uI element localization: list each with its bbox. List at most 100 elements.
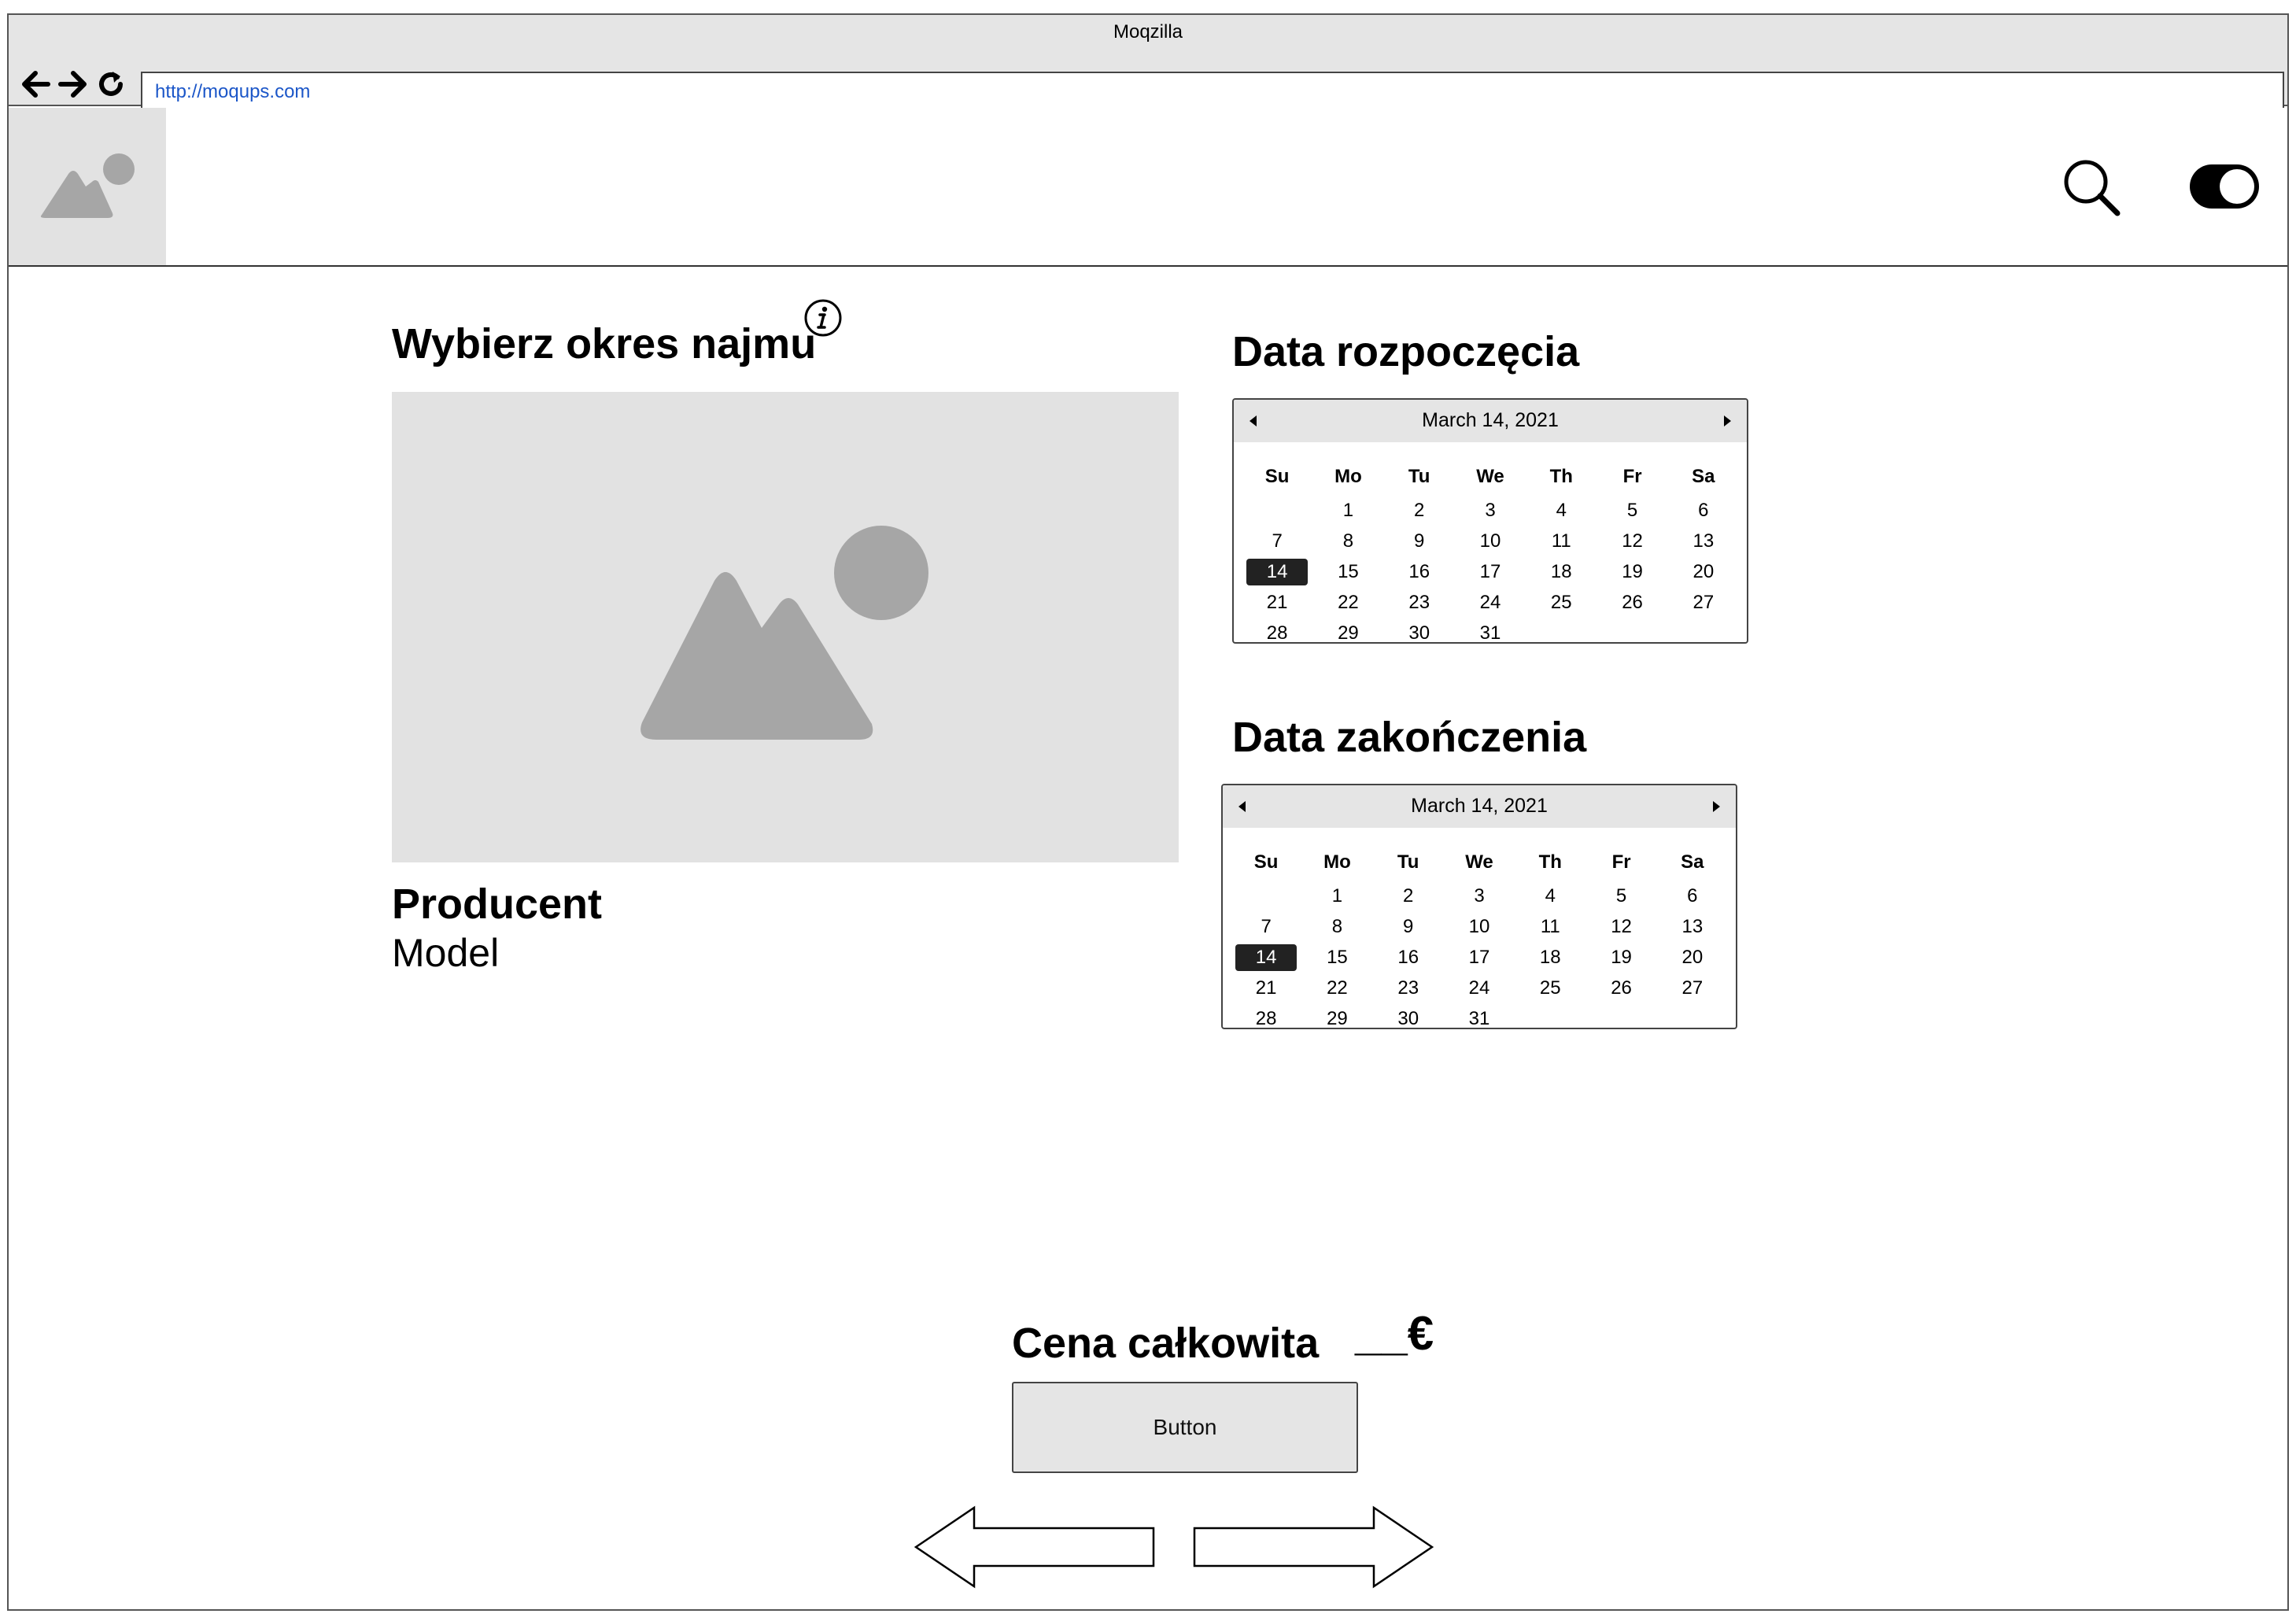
calendar-weekday: Sa <box>1681 851 1704 873</box>
calendar-header: March 14, 2021 <box>1234 400 1747 442</box>
calendar-day[interactable]: 27 <box>1668 587 1739 618</box>
calendar-day[interactable]: 13 <box>1668 526 1739 556</box>
calendar-day[interactable]: 30 <box>1373 1003 1444 1029</box>
calendar-day[interactable]: 10 <box>1455 526 1526 556</box>
calendar-day[interactable]: 10 <box>1444 911 1515 942</box>
calendar-day[interactable]: 6 <box>1657 881 1728 911</box>
image-placeholder-icon <box>40 153 135 218</box>
calendar-day[interactable]: 23 <box>1384 587 1455 618</box>
product-image <box>392 392 1179 862</box>
calendar-day[interactable]: 29 <box>1301 1003 1372 1028</box>
calendar-day-number: 15 <box>1327 946 1348 968</box>
calendar-day-number: 24 <box>1468 977 1490 999</box>
calendar-day[interactable]: 25 <box>1515 973 1585 1003</box>
calendar-day-number: 7 <box>1261 915 1272 937</box>
calendar-day[interactable]: 6 <box>1668 495 1739 526</box>
calendar-day[interactable]: 17 <box>1455 556 1526 587</box>
calendar-day[interactable]: 18 <box>1515 942 1585 973</box>
arrow-right-icon[interactable] <box>1191 1505 1435 1590</box>
calendar-day[interactable]: 3 <box>1444 881 1515 911</box>
calendar-day[interactable]: 21 <box>1242 587 1312 618</box>
calendar-day-number: 21 <box>1255 977 1277 999</box>
calendar-day[interactable]: 28 <box>1242 618 1312 644</box>
calendar-day[interactable]: 13 <box>1657 911 1728 942</box>
calendar-day[interactable]: 22 <box>1301 973 1372 1003</box>
calendar-day[interactable]: 21 <box>1231 973 1301 1003</box>
calendar-day[interactable]: 9 <box>1384 526 1455 556</box>
calendar-day[interactable]: 26 <box>1596 587 1667 618</box>
product-producer: Producent <box>392 881 603 928</box>
calendar-day[interactable]: 19 <box>1585 942 1656 973</box>
calendar-day-number: 23 <box>1397 977 1419 999</box>
calendar-day[interactable]: 8 <box>1301 911 1372 942</box>
calendar-day-number: 17 <box>1468 946 1490 968</box>
search-icon[interactable] <box>2061 157 2124 220</box>
calendar-day[interactable]: 1 <box>1301 881 1372 911</box>
calendar-day[interactable]: 7 <box>1231 911 1301 942</box>
info-icon[interactable] <box>803 297 843 338</box>
calendar-day-number: 14 <box>1235 943 1297 971</box>
calendar-day-number: 13 <box>1681 915 1704 937</box>
calendar-day[interactable]: 4 <box>1526 495 1596 526</box>
calendar-day[interactable]: 4 <box>1515 881 1585 911</box>
forward-arrow-icon[interactable] <box>56 67 90 102</box>
calendar-day[interactable]: 30 <box>1384 618 1455 643</box>
calendar-day[interactable]: 2 <box>1373 881 1444 911</box>
calendar-day[interactable]: 5 <box>1585 881 1656 911</box>
calendar-day[interactable]: 11 <box>1515 911 1585 942</box>
logo[interactable] <box>9 108 166 265</box>
calendar-day[interactable]: 9 <box>1373 911 1444 942</box>
calendar-day[interactable]: 12 <box>1596 526 1667 556</box>
calendar-day[interactable]: 24 <box>1455 587 1526 618</box>
calendar-day[interactable]: 20 <box>1668 556 1739 587</box>
calendar-day[interactable]: 18 <box>1526 556 1596 587</box>
calendar-day[interactable]: 16 <box>1373 942 1444 973</box>
calendar-day[interactable]: 16 <box>1384 556 1455 587</box>
total-price-label: Cena całkowita <box>1012 1320 1320 1367</box>
calendar-day[interactable]: 24 <box>1444 973 1515 1003</box>
calendar-day-number: 10 <box>1468 915 1490 937</box>
calendar-day[interactable]: 26 <box>1585 973 1656 1003</box>
calendar-day[interactable]: 7 <box>1242 526 1312 556</box>
calendar-day[interactable]: 20 <box>1657 942 1728 973</box>
calendar-day-number: 26 <box>1622 591 1643 613</box>
calendar-day[interactable]: 3 <box>1455 495 1526 526</box>
calendar-day[interactable]: 23 <box>1373 973 1444 1003</box>
calendar-day-number: 1 <box>1331 884 1343 907</box>
calendar-day-selected[interactable]: 14 <box>1231 942 1301 973</box>
calendar-day[interactable]: 22 <box>1312 587 1383 618</box>
calendar-day-number: 2 <box>1403 884 1414 907</box>
next-month-icon[interactable] <box>1720 414 1734 428</box>
reload-icon[interactable] <box>94 67 128 102</box>
calendar-day[interactable]: 28 <box>1231 1003 1301 1028</box>
back-arrow-icon[interactable] <box>18 67 53 102</box>
calendar-day-number: 6 <box>1698 499 1709 521</box>
calendar-day[interactable]: 8 <box>1312 526 1383 556</box>
calendar-day-number: 20 <box>1692 560 1715 582</box>
calendar-weekday: Mo <box>1323 851 1351 873</box>
calendar-day-number: 30 <box>1397 1007 1419 1029</box>
calendar-day-number: 28 <box>1266 622 1288 644</box>
calendar-day-selected[interactable]: 14 <box>1242 556 1312 587</box>
calendar-day[interactable]: 15 <box>1301 942 1372 973</box>
calendar-day[interactable]: 25 <box>1526 587 1596 618</box>
arrow-left-icon[interactable] <box>913 1505 1157 1590</box>
calendar-day[interactable]: 5 <box>1596 495 1667 526</box>
submit-button[interactable]: Button <box>1012 1382 1358 1473</box>
toggle-switch-icon[interactable] <box>2188 163 2261 210</box>
calendar-day[interactable]: 1 <box>1312 495 1383 526</box>
calendar-day[interactable]: 31 <box>1444 1003 1515 1028</box>
calendar-day[interactable]: 17 <box>1444 942 1515 973</box>
calendar-day[interactable]: 27 <box>1657 973 1728 1003</box>
calendar-day[interactable]: 31 <box>1455 618 1526 643</box>
next-month-icon[interactable] <box>1709 799 1723 814</box>
calendar-empty-cell <box>1242 495 1312 526</box>
calendar-day[interactable]: 2 <box>1384 495 1455 526</box>
calendar-grid: Su Mo Tu We Th Fr Sa 1 2 3 4 5 6 7 8 9 10 11 12 13 14 15 16 17 1… <box>1242 464 1739 644</box>
calendar-day[interactable]: 11 <box>1526 526 1596 556</box>
calendar-day[interactable]: 15 <box>1312 556 1383 587</box>
calendar-day[interactable]: 19 <box>1596 556 1667 587</box>
calendar-day[interactable]: 29 <box>1312 618 1383 643</box>
calendar-day[interactable]: 12 <box>1585 911 1656 942</box>
calendar-weekday: We <box>1465 851 1493 873</box>
